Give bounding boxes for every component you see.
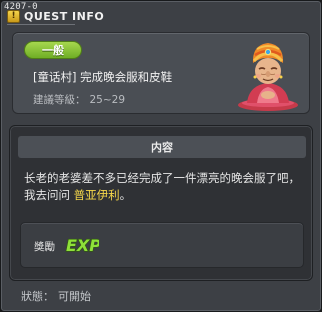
- quest-type-badge: 一般: [24, 41, 82, 59]
- window-title: QUEST INFO: [24, 10, 105, 23]
- quest-content-panel: 内容 长老的老婆差不多已经完成了一件漂亮的晚会服了吧，我去问问 普亚伊利。 獎勵…: [9, 125, 313, 281]
- quest-status: 狀態： 可開始: [21, 288, 91, 304]
- title-bar[interactable]: ! QUEST INFO: [7, 10, 104, 23]
- quest-book-icon: !: [7, 10, 20, 23]
- reward-box: 獎勵 EXP: [20, 222, 304, 268]
- exp-icon[interactable]: EXP: [65, 233, 99, 255]
- status-value: 可開始: [58, 290, 91, 303]
- npc-name-link[interactable]: 普亚伊利: [74, 188, 120, 202]
- content-section-title: 内容: [18, 136, 306, 158]
- description-end: 。: [119, 188, 132, 202]
- status-label: 狀態：: [21, 290, 54, 303]
- quest-description: 长老的老婆差不多已经完成了一件漂亮的晚会服了吧，我去问问 普亚伊利。: [24, 170, 304, 204]
- quest-header-panel: 一般 [童话村] 完成晚会服和皮鞋 建議等級： 25~29: [12, 32, 310, 114]
- level-value: 25~29: [89, 94, 126, 106]
- exp-icon-text: EXP: [66, 236, 99, 255]
- title-divider: [7, 24, 75, 25]
- reward-label: 獎勵: [34, 241, 55, 253]
- level-label: 建議等級：: [33, 94, 86, 106]
- quest-level: 建議等級： 25~29: [33, 92, 125, 107]
- description-text: 长老的老婆差不多已经完成了一件漂亮的晚会服了吧，我去问问: [24, 171, 300, 202]
- quest-info-window: 4207-0 ! QUEST INFO 一般 [童话村] 完成晚会服和皮鞋 建議…: [0, 0, 322, 312]
- quest-title: [童话村] 完成晚会服和皮鞋: [33, 70, 173, 84]
- npc-portrait-icon: [238, 43, 298, 111]
